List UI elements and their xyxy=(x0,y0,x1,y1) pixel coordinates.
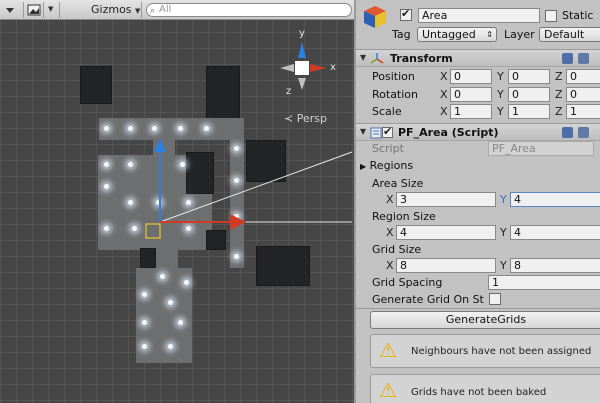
area-size-label: Area Size xyxy=(372,177,424,190)
foldout-arrow-icon: ▼ xyxy=(360,127,367,136)
grid-size-y-field[interactable]: 8 xyxy=(510,258,600,273)
render-mode-button[interactable] xyxy=(24,2,44,18)
generate-on-start-checkbox[interactable] xyxy=(489,293,501,305)
grid-spacing-label: Grid Spacing xyxy=(372,276,443,289)
transform-title: Transform xyxy=(390,52,453,65)
updown-arrows-icon: ⇕ xyxy=(486,30,493,39)
image-icon xyxy=(27,4,41,16)
static-label: Static xyxy=(562,9,594,22)
transform-icon xyxy=(370,53,384,64)
scale-y-field[interactable]: 1 xyxy=(508,104,550,119)
foldout-arrow-icon: ▼ xyxy=(360,53,367,62)
position-label: Position xyxy=(372,70,415,83)
axis-label-x: x xyxy=(330,62,336,73)
scale-label: Scale xyxy=(372,105,402,118)
warning-icon: ⚠ xyxy=(379,338,397,362)
position-z-field[interactable]: 0 xyxy=(566,69,600,84)
audio-toggle[interactable]: ▼ xyxy=(44,2,60,18)
foldout-arrow-icon: ▶ xyxy=(360,162,367,171)
search-icon: ⌕ xyxy=(150,6,156,16)
script-reference-field: PF_Area xyxy=(488,141,594,156)
script-icon xyxy=(370,127,382,139)
region-size-x-field[interactable]: 4 xyxy=(396,225,496,240)
static-checkbox[interactable] xyxy=(545,10,557,22)
tag-dropdown[interactable]: Untagged ⇕ xyxy=(417,27,497,42)
help-book-icon[interactable] xyxy=(562,127,573,138)
divider xyxy=(356,308,600,309)
region-size-y-field[interactable]: 4 xyxy=(510,225,600,240)
scene-toolbar: ▼ Gizmos ▼ ⌕ All xyxy=(0,0,354,20)
active-checkbox[interactable] xyxy=(400,7,412,21)
rotation-x-field[interactable]: 0 xyxy=(450,87,492,102)
area-size-y-field[interactable]: 4 xyxy=(510,192,600,207)
scale-x-field[interactable]: 1 xyxy=(450,104,492,119)
scale-z-field[interactable]: 1 xyxy=(566,104,600,119)
position-y-field[interactable]: 0 xyxy=(508,69,550,84)
gizmos-dropdown[interactable]: Gizmos ▼ xyxy=(88,2,142,18)
shading-mode-button[interactable] xyxy=(0,2,24,18)
position-x-field[interactable]: 0 xyxy=(450,69,492,84)
dropdown-arrow-icon: ▼ xyxy=(135,7,141,15)
dropdown-arrow-icon xyxy=(6,8,14,13)
warning-icon: ⚠ xyxy=(379,378,397,402)
regions-foldout[interactable]: ▶ Regions xyxy=(360,159,413,172)
gear-icon[interactable] xyxy=(578,127,589,138)
area-size-x-field[interactable]: 3 xyxy=(396,192,496,207)
grid-size-label: Grid Size xyxy=(372,243,422,256)
perspective-label[interactable]: ≺ Persp xyxy=(284,112,327,125)
script-enabled-checkbox[interactable] xyxy=(382,125,393,138)
scene-view[interactable]: y x z ≺ Persp ▼ Gizmos ▼ ⌕ All xyxy=(0,0,354,403)
warning-helpbox: ⚠ Grids have not been baked xyxy=(370,374,600,403)
grid-spacing-field[interactable]: 1 xyxy=(488,275,600,290)
region-size-label: Region Size xyxy=(372,210,436,223)
tag-label: Tag xyxy=(392,28,411,41)
object-name-field[interactable]: Area xyxy=(418,8,540,23)
transform-header[interactable]: ▼ Transform xyxy=(356,49,600,67)
rotation-label: Rotation xyxy=(372,88,419,101)
grid-size-x-field[interactable]: 8 xyxy=(396,258,496,273)
axis-label-z: z xyxy=(286,86,292,97)
warning-message: Neighbours have not been assigned xyxy=(411,346,592,357)
axis-label-y: y xyxy=(299,28,305,39)
generate-grids-button[interactable]: GenerateGrids xyxy=(370,311,600,329)
script-field-label: Script xyxy=(372,142,404,155)
rotation-y-field[interactable]: 0 xyxy=(508,87,550,102)
layer-label: Layer xyxy=(504,28,535,41)
layer-dropdown[interactable]: Default xyxy=(539,27,600,42)
gear-icon[interactable] xyxy=(578,53,589,64)
dropdown-arrow-icon: ▼ xyxy=(48,5,54,13)
script-title: PF_Area (Script) xyxy=(398,126,499,139)
help-book-icon[interactable] xyxy=(562,53,573,64)
warning-helpbox: ⚠ Neighbours have not been assigned xyxy=(370,334,600,368)
gameobject-cube-icon xyxy=(364,6,386,28)
inspector-panel: Area Static Tag Untagged ⇕ Layer Default… xyxy=(354,0,600,403)
generate-on-start-label: Generate Grid On St xyxy=(372,293,484,306)
persp-icon: ≺ xyxy=(284,112,294,125)
warning-message: Grids have not been baked xyxy=(411,387,547,398)
scene-search-input[interactable]: ⌕ All xyxy=(146,3,352,17)
pf-area-script-header[interactable]: ▼ PF_Area (Script) xyxy=(356,123,600,141)
rotation-z-field[interactable]: 0 xyxy=(566,87,600,102)
